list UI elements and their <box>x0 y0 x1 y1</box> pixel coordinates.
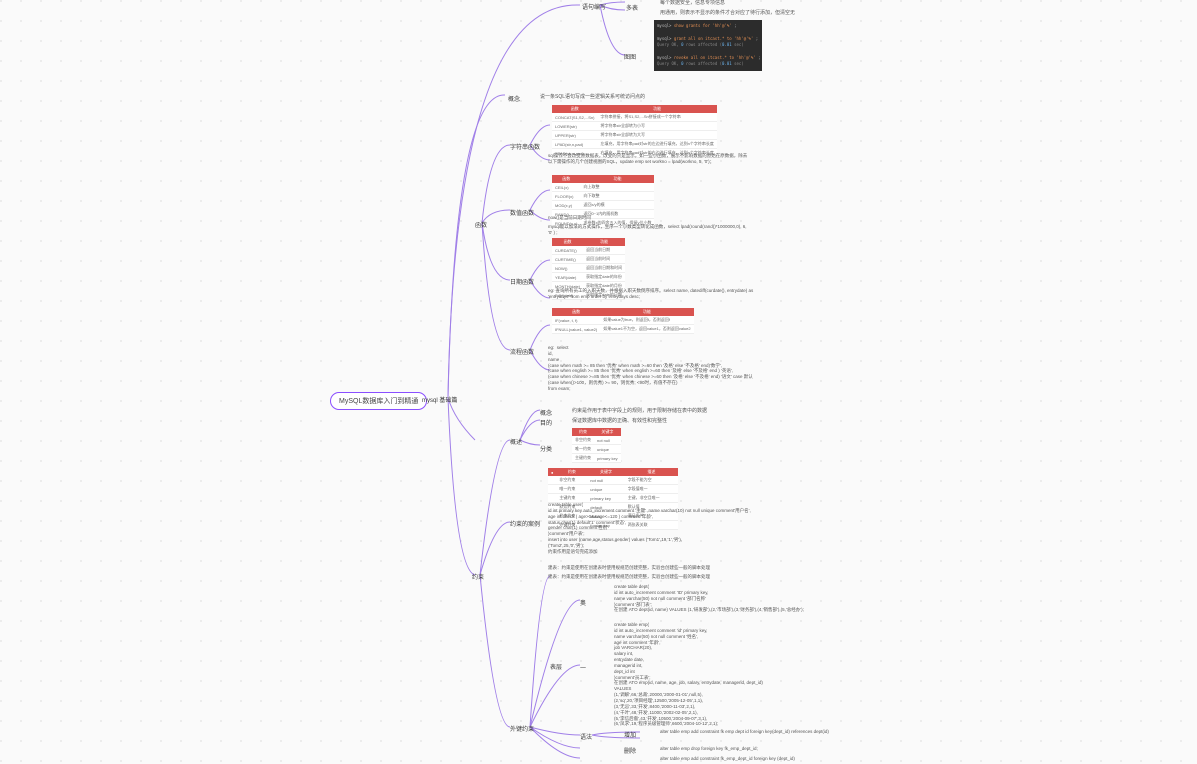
string-fn-note: sql操作不会改变原数据表，改变的只是显示，如一些小函数，展示不影响数据的原始在… <box>548 153 748 165</box>
node-date-fn[interactable]: 日期函数 <box>510 277 534 286</box>
cons-demo-warn: 建表：约束是使用在创建表时使用规规范创建完整，实验台创建些一般的脚本处理 <box>548 574 710 580</box>
node-foreign-key[interactable]: 外键约束 <box>510 724 534 733</box>
mindmap-canvas[interactable]: MySQL数据库入门到精通 mysql 基础篇 语句编写 多表 每个数据安全，信… <box>0 0 1197 764</box>
sqlcat-sub1: 每个数据安全，信息专项信息 <box>660 0 725 7</box>
node-cons-demo[interactable]: 约束的案例 <box>510 519 540 528</box>
fk-syntax-label[interactable]: 语法 <box>580 732 592 741</box>
flow-fn-notes: eg: select id, name (case when math >= 8… <box>548 345 753 392</box>
fk-outer-text: alter table emp add constraint fk_emp_de… <box>660 756 795 762</box>
branch-functions[interactable]: 函数 <box>475 220 487 229</box>
sqlcat-sub2: 用通用，则表示不显示的条件才合对应了待行添加，但清空无 <box>660 10 795 17</box>
fk-del-text: alter table emp drop foreign key fk_emp_… <box>660 746 758 752</box>
node-flow-fn[interactable]: 流程函数 <box>510 347 534 356</box>
node-string-fn[interactable]: 字符串函数 <box>510 142 540 151</box>
overview-c1-text: 约束是作用于表中字段上的规则，用于限制存储在表中的数据 <box>572 408 707 415</box>
date-fn-note: eg: 查询所有员工的入职天数，并根据入职天数倒序排序。select name,… <box>548 288 768 300</box>
fk-dept-label[interactable]: 奥 <box>580 598 586 607</box>
node-concept[interactable]: 概念 <box>508 94 520 103</box>
overview-c3-table: 约束关键字非空约束not null唯一约束unique主键约束primary k… <box>572 428 621 463</box>
branch-constraints[interactable]: 约束 <box>472 572 484 581</box>
node-sqlcat-2[interactable]: 多表 <box>626 3 638 12</box>
string-fn-table: 函数功能CONCAT(S1,S2,...Sn)字符串拼接，将S1,S2,...S… <box>552 105 717 158</box>
root-node[interactable]: MySQL数据库入门到精通 <box>330 392 427 410</box>
node-sqlcat-code-label[interactable]: 图图 <box>624 52 636 61</box>
fk-table-label[interactable]: 表层 <box>550 662 562 671</box>
fk-add-label[interactable]: 增加 <box>624 730 636 739</box>
cons-demo-remark: 建表：约束是使用在创建表时使用规规范创建完整，实验台创建些一般的脚本处理 <box>548 565 710 571</box>
node-sqlcat-1[interactable]: 语句编写 <box>582 2 606 11</box>
node-math-fn[interactable]: 数值函数 <box>510 208 534 217</box>
branch-overview[interactable]: 概述 <box>510 437 522 446</box>
math-fn-note2: mysql能以加法的方式操作，生序一个小数类型转化成函数，select lpad… <box>548 224 748 236</box>
overview-c3-label[interactable]: 分类 <box>540 444 552 453</box>
overview-c2-label[interactable]: 目的 <box>540 418 552 427</box>
overview-c2-text: 保证数据库中数据的正确、有效性和完整性 <box>572 418 667 425</box>
math-fn-note1: now()是当前日期时间 <box>548 215 591 221</box>
l1-mysql-basic[interactable]: mysql 基础篇 <box>422 395 457 404</box>
fk-del-label[interactable]: 删除 <box>624 746 636 755</box>
overview-c1-label[interactable]: 概念 <box>540 408 552 417</box>
code-sample-image: mysql> show grants for 'hh'@'%' ; mysql>… <box>654 20 762 71</box>
fk-emp-label[interactable]: 一 <box>580 663 586 672</box>
fk-dept-text: create table dept( id int auto_increment… <box>614 584 804 613</box>
flow-fn-table: 函数功能IF(value, t, f)如果value为true，则返回t，否则返… <box>552 308 694 334</box>
cons-demo-code: create table user( id int primary key au… <box>548 502 751 555</box>
concept-text: 说一条SQL语句写成一些逻辑关系可统访问点的 <box>540 94 645 101</box>
fk-add-text: alter table emp add constraint fk emp de… <box>660 729 829 735</box>
fk-emp-text: create table emp( id int auto_increment … <box>614 622 763 727</box>
